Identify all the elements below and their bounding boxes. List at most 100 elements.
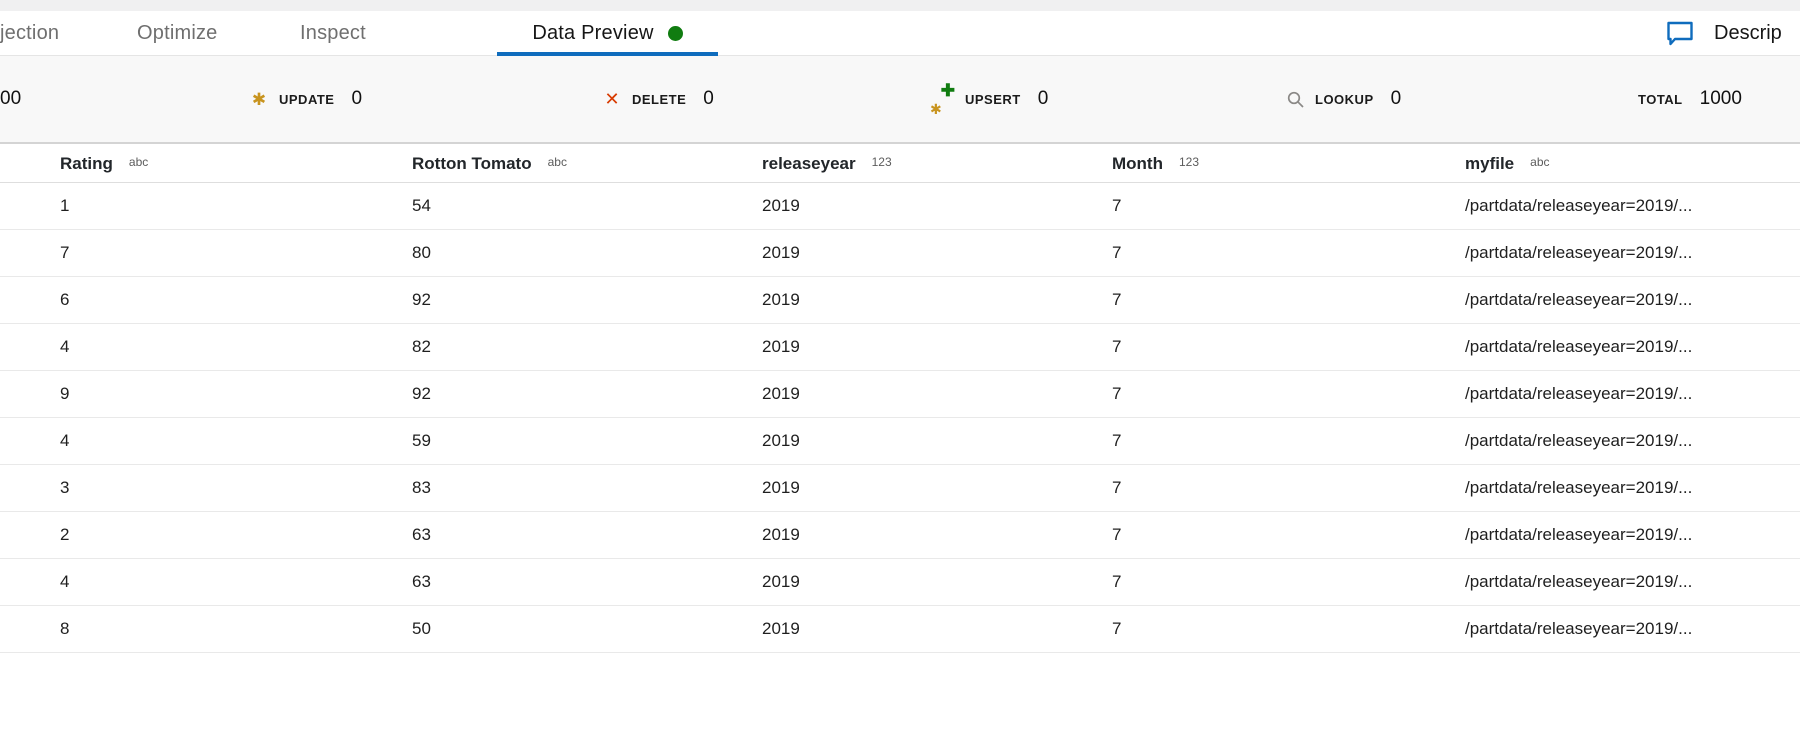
column-header-rotton-tomato[interactable]: Rotton Tomato abc (412, 144, 567, 183)
comment-icon (1666, 20, 1694, 47)
column-name: Rotton Tomato (412, 153, 532, 173)
table-cell: 7 (1112, 525, 1122, 544)
table-row: 4 82 2019 7/partdata/releaseyear=2019/... (0, 324, 1800, 371)
total-label: TOTAL (1638, 91, 1683, 107)
table-cell: /partdata/releaseyear=2019/... (1465, 619, 1693, 638)
table-cell: 50 (412, 619, 431, 638)
table-row: 8 50 2019 7/partdata/releaseyear=2019/... (0, 606, 1800, 653)
table-cell: 54 (412, 196, 431, 215)
table-cell: 7 (1112, 337, 1122, 356)
table-cell: /partdata/releaseyear=2019/... (1465, 243, 1693, 262)
table-cell: 2019 (762, 525, 800, 544)
table-row: 4 63 2019 7/partdata/releaseyear=2019/... (0, 559, 1800, 606)
table-cell: 1 (60, 196, 70, 215)
table-row: 4 59 2019 7/partdata/releaseyear=2019/... (0, 418, 1800, 465)
table-cell: /partdata/releaseyear=2019/... (1465, 337, 1693, 356)
table-cell: 80 (412, 243, 431, 262)
table-cell: 4 (60, 572, 70, 591)
column-header-releaseyear[interactable]: releaseyear 123 (762, 144, 892, 183)
table-cell: 2019 (762, 243, 800, 262)
table-cell: 4 (60, 337, 70, 356)
column-name: releaseyear (762, 153, 856, 173)
table-row: 6 92 2019 7/partdata/releaseyear=2019/... (0, 277, 1800, 324)
table-row: 7 80 2019 7/partdata/releaseyear=2019/... (0, 230, 1800, 277)
table-cell: 92 (412, 384, 431, 403)
update-label: UPDATE (279, 91, 335, 107)
table-cell: 2019 (762, 478, 800, 497)
update-count: 0 (351, 88, 363, 109)
table-cell: /partdata/releaseyear=2019/... (1465, 525, 1693, 544)
table-header-row: Rating abc Rotton Tomato abc releaseyear 123 M… (0, 144, 1800, 183)
table-cell: 2019 (762, 431, 800, 450)
lookup-label: LOOKUP (1315, 91, 1374, 107)
table-cell: 2019 (762, 384, 800, 403)
table-body: 1 54 2019 7/partdata/releaseyear=2019/... 7 8… (0, 183, 1800, 653)
table-cell: 92 (412, 290, 431, 309)
table-cell: 2019 (762, 572, 800, 591)
upsert-label: UPSERT (965, 91, 1021, 107)
table-cell: 6 (60, 290, 70, 309)
tab-bar: jection Optimize Inspect Data Preview De… (0, 11, 1800, 57)
upsert-count: 0 (1037, 88, 1049, 109)
table-cell: /partdata/releaseyear=2019/... (1465, 431, 1693, 450)
table-cell: /partdata/releaseyear=2019/... (1465, 196, 1693, 215)
upsert-asterisk-plus-icon: ✱ ✚ (930, 81, 955, 117)
data-preview-status-dot-icon (667, 26, 683, 41)
tab-projection-partial[interactable]: jection (0, 11, 59, 56)
table-cell: 7 (1112, 290, 1122, 309)
table-row: 3 83 2019 7/partdata/releaseyear=2019/... (0, 465, 1800, 512)
table-cell: 7 (1112, 572, 1122, 591)
table-cell: 4 (60, 431, 70, 450)
table-cell: 7 (1112, 619, 1122, 638)
stat-lookup: LOOKUP 0 (1284, 56, 1401, 142)
column-type-badge: abc (128, 154, 149, 169)
table-cell: 3 (60, 478, 70, 497)
insert-count: 00 (0, 88, 22, 109)
stat-delete: ✕ DELETE 0 (601, 56, 714, 142)
delete-count: 0 (703, 88, 714, 109)
description-button[interactable]: Descrip (1666, 11, 1800, 56)
tab-optimize[interactable]: Optimize (137, 11, 218, 56)
lookup-count: 0 (1390, 88, 1402, 109)
tab-inspect[interactable]: Inspect (300, 11, 366, 56)
column-header-myfile[interactable]: myfile abc (1465, 144, 1550, 183)
column-header-rating[interactable]: Rating abc (60, 144, 148, 183)
table-cell: 2019 (762, 337, 800, 356)
table-cell: 7 (1112, 384, 1122, 403)
stat-insert-partial: 00 (0, 56, 21, 142)
table-cell: 2019 (762, 196, 800, 215)
stat-update: ✱ UPDATE 0 (248, 56, 362, 142)
description-label: Descrip (1714, 22, 1782, 44)
column-name: Rating (60, 153, 113, 173)
tab-data-preview[interactable]: Data Preview (497, 11, 718, 57)
column-type-badge: abc (547, 154, 567, 169)
total-count: 1000 (1699, 88, 1742, 109)
table-cell: 2019 (762, 619, 800, 638)
table-cell: 7 (1112, 431, 1122, 450)
table-cell: 59 (412, 431, 431, 450)
table-cell: /partdata/releaseyear=2019/... (1465, 572, 1693, 591)
lookup-magnifier-icon (1284, 90, 1306, 109)
table-cell: /partdata/releaseyear=2019/... (1465, 478, 1693, 497)
top-strip (0, 0, 1800, 11)
table-cell: 63 (412, 572, 431, 591)
stat-upsert: ✱ ✚ UPSERT 0 (930, 56, 1048, 142)
delete-label: DELETE (632, 91, 687, 107)
table-row: 9 92 2019 7/partdata/releaseyear=2019/... (0, 371, 1800, 418)
table-cell: 8 (60, 619, 70, 638)
stat-total: TOTAL 1000 (1638, 56, 1742, 142)
stats-bar: 00 ✱ UPDATE 0 ✕ DELETE 0 ✱ ✚ UPSERT 0 LOO… (0, 56, 1800, 144)
table-cell: 7 (1112, 196, 1122, 215)
column-type-badge: 123 (871, 154, 892, 169)
table-cell: /partdata/releaseyear=2019/... (1465, 290, 1693, 309)
table-cell: 2019 (762, 290, 800, 309)
table-cell: 7 (1112, 478, 1122, 497)
column-type-badge: abc (1530, 154, 1550, 169)
column-type-badge: 123 (1178, 154, 1200, 169)
table-cell: 7 (60, 243, 70, 262)
table-cell: /partdata/releaseyear=2019/... (1465, 384, 1693, 403)
column-header-month[interactable]: Month 123 (1112, 144, 1199, 183)
table-cell: 9 (60, 384, 70, 403)
delete-x-icon: ✕ (604, 89, 620, 109)
update-asterisk-icon: ✱ (251, 89, 267, 109)
